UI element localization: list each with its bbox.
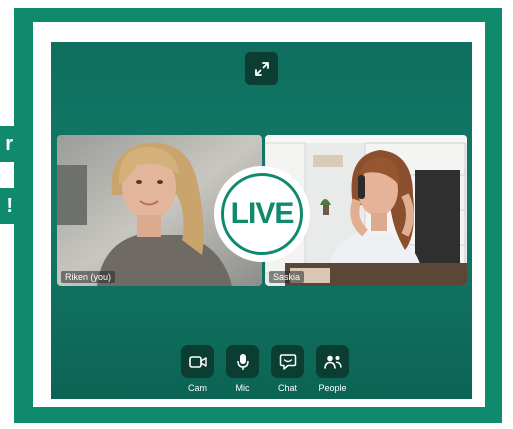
side-text-bottom: !	[6, 194, 13, 217]
chat-label: Chat	[277, 383, 297, 393]
people-button[interactable]	[316, 345, 349, 378]
chat-icon	[279, 353, 296, 370]
mic-button[interactable]	[226, 345, 259, 378]
mic-label: Mic	[235, 383, 250, 393]
camera-icon	[188, 355, 207, 368]
cam-label: Cam	[187, 383, 207, 393]
cam-control: Cam	[179, 345, 216, 393]
live-badge-ring: LIVE	[221, 173, 303, 255]
people-label: People	[318, 383, 347, 393]
side-text-badge-top: r	[0, 126, 14, 162]
chat-button[interactable]	[271, 345, 304, 378]
live-badge-text: LIVE	[230, 197, 295, 230]
side-text-badge-bottom: !	[0, 188, 14, 224]
participant-name-tag: Saskia	[269, 271, 305, 283]
cam-button[interactable]	[181, 345, 214, 378]
video-call-window: Riken (you) Saskia LIVE Cam Mic Chat Peo…	[51, 42, 472, 399]
people-control: People	[314, 345, 351, 393]
mic-control: Mic	[224, 345, 261, 393]
participant-name-tag: Riken (you)	[61, 271, 116, 283]
chat-control: Chat	[269, 345, 306, 393]
fullscreen-button[interactable]	[245, 52, 278, 85]
expand-icon	[254, 61, 269, 76]
live-badge: LIVE	[214, 166, 310, 262]
microphone-icon	[236, 353, 249, 370]
people-icon	[323, 355, 342, 369]
call-controls: Cam Mic Chat People	[179, 345, 351, 393]
side-text-top: r	[5, 132, 13, 155]
